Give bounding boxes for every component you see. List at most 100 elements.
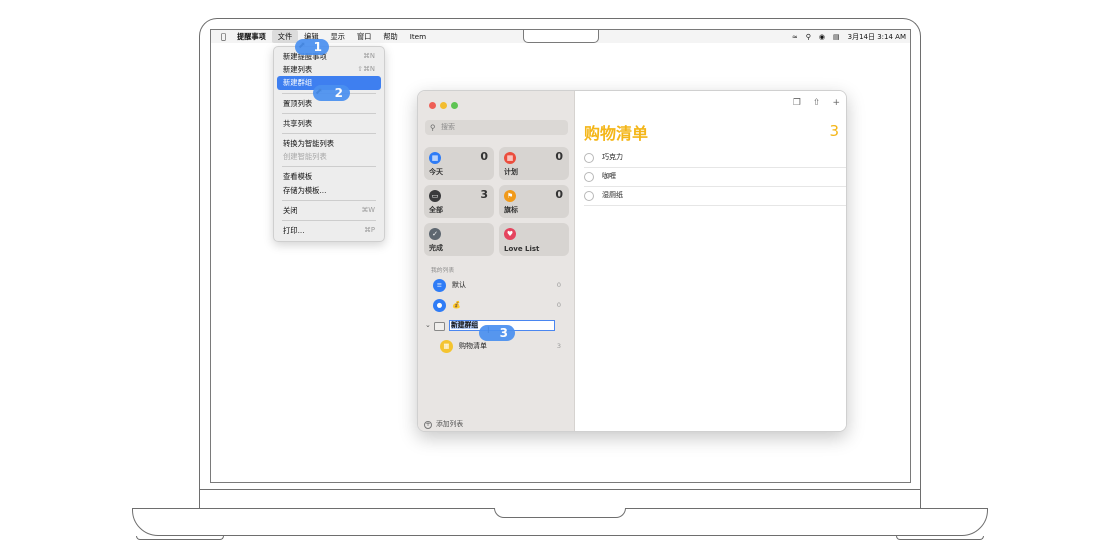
flag-icon: ⚑ (504, 190, 516, 202)
list-title: 购物清单 (584, 124, 649, 143)
menu-shortcut: ⌘N (363, 52, 375, 60)
menu-item[interactable]: Item (404, 30, 432, 43)
search-input[interactable]: ⚲ 搜索 (425, 120, 568, 135)
complete-checkbox[interactable] (584, 172, 594, 182)
tray-icon: ▭ (429, 190, 441, 202)
laptop-foot-right (896, 536, 984, 540)
search-icon[interactable]: ⚲ (806, 33, 811, 41)
add-list-label: 添加列表 (436, 420, 464, 428)
add-reminder-icon[interactable]: + (832, 98, 840, 108)
smart-list-count: 0 (555, 150, 563, 163)
menu-item-convert-smart[interactable]: 转换为智能列表 (277, 137, 381, 150)
list-count: 0 (556, 301, 561, 309)
menu-help[interactable]: 帮助 (377, 30, 403, 43)
laptop-base-notch (494, 508, 626, 518)
menu-item-create-smart: 创建智能列表 (277, 150, 381, 163)
smart-list-label: 今天 (429, 168, 443, 176)
smart-list-today[interactable]: ▦ 0 今天 (424, 147, 494, 180)
calendar-icon: ▦ (429, 152, 441, 164)
list-item-money[interactable]: ● 💰 0 (418, 297, 575, 314)
laptop-foot-left (136, 536, 224, 540)
step-callout-3: 3 (479, 325, 515, 341)
zoom-window-button[interactable] (451, 102, 458, 109)
my-lists-header: 我的列表 (431, 268, 455, 274)
menu-item-new-list[interactable]: 新建列表 ⇧⌘N (277, 63, 381, 76)
menu-item-label: 存储为模板... (283, 185, 327, 195)
list-bullet-icon: ≡ (433, 279, 446, 292)
menu-item-label: 关闭 (283, 205, 298, 215)
share-icon[interactable]: ⇧ (813, 98, 821, 108)
menu-divider (282, 199, 376, 201)
search-icon: ⚲ (430, 123, 436, 132)
smart-list-label: 全部 (429, 206, 443, 214)
list-name: 默认 (452, 281, 466, 289)
reminder-row[interactable]: 巧克力 (584, 149, 846, 168)
list-total-count: 3 (829, 122, 839, 140)
menu-item-view-templates[interactable]: 查看模板 (277, 170, 381, 183)
menu-shortcut: ⇧⌘N (357, 65, 375, 74)
reminder-text[interactable]: 咖喱 (602, 168, 616, 184)
heart-icon: ♥ (504, 228, 516, 240)
toolbar: ❐ ⇧ + (793, 98, 840, 108)
step-callout-2: 2 (313, 85, 350, 101)
menu-window[interactable]: 窗口 (351, 30, 377, 43)
smart-list-scheduled[interactable]: ▦ 0 计划 (499, 147, 569, 180)
smart-list-label: 计划 (504, 168, 518, 176)
search-placeholder: 搜索 (441, 123, 455, 131)
smart-list-flagged[interactable]: ⚑ 0 旗标 (499, 185, 569, 218)
menu-item-label: 新建列表 (283, 65, 313, 75)
main-pane: ❐ ⇧ + 购物清单 3 巧克力 咖喱 湿厕纸 (575, 91, 846, 431)
screen:  提醒事项 文件 编辑 显示 窗口 帮助 Item ≈ ⚲ ◉ ▤ 3月14日… (210, 29, 911, 483)
menu-view[interactable]: 显示 (325, 30, 351, 43)
menu-shortcut: ⌘P (364, 225, 375, 234)
user-icon[interactable]: ◉ (819, 33, 825, 41)
menu-divider (282, 166, 376, 168)
menu-shortcut: ⌘W (361, 205, 375, 214)
minimize-window-button[interactable] (440, 102, 447, 109)
menu-divider (282, 219, 376, 221)
close-window-button[interactable] (429, 102, 436, 109)
copy-icon[interactable]: ❐ (793, 98, 801, 108)
wifi-icon[interactable]: ≈ (792, 33, 798, 41)
complete-checkbox[interactable] (584, 153, 594, 163)
menu-item-new-reminder[interactable]: 新建提醒事项 ⌘N (277, 50, 381, 63)
camera-notch (523, 30, 599, 43)
menu-item-share-list[interactable]: 共享列表 (277, 117, 381, 130)
reminder-row[interactable]: 咖喱 (584, 168, 846, 187)
menu-file[interactable]: 文件 (271, 30, 299, 43)
calendar-icon: ▦ (504, 152, 516, 164)
clock[interactable]: 3月14日 3:14 AM (848, 32, 906, 42)
apple-icon[interactable]:  (221, 32, 233, 41)
smart-list-completed[interactable]: ✓ 完成 (424, 223, 494, 256)
menu-item-close[interactable]: 关闭 ⌘W (277, 204, 381, 217)
list-name: 💰 (452, 301, 461, 309)
list-count: 0 (556, 281, 561, 289)
reminder-text[interactable]: 湿厕纸 (602, 187, 623, 203)
list-item-default[interactable]: ≡ 默认 0 (418, 277, 575, 294)
menu-app-name[interactable]: 提醒事项 (233, 30, 272, 43)
reminders-window: ⚲ 搜索 ▦ 0 今天 ▦ 0 计划 ▭ 3 全部 ⚑ 0 旗标 ✓ 完成 ♥ … (417, 90, 847, 432)
smart-list-count: 0 (555, 188, 563, 201)
chevron-down-icon[interactable]: ⌄ (425, 321, 431, 329)
smart-list-label: 完成 (429, 244, 443, 252)
menu-item-label: 置顶列表 (283, 98, 313, 108)
people-icon: ● (433, 299, 446, 312)
reminder-text[interactable]: 巧克力 (602, 149, 623, 165)
menu-item-print[interactable]: 打印... ⌘P (277, 224, 381, 237)
menu-item-label: 共享列表 (283, 118, 313, 128)
control-center-icon[interactable]: ▤ (833, 33, 840, 41)
group-name-text: 新建群组 (451, 321, 479, 329)
status-area: ≈ ⚲ ◉ ▤ 3月14日 3:14 AM (792, 30, 906, 43)
smart-list-label: 旗标 (504, 206, 518, 214)
smart-list-love[interactable]: ♥ Love List (499, 223, 569, 256)
smart-list-count: 0 (480, 150, 488, 163)
folder-icon (434, 322, 445, 331)
menu-item-label: 创建智能列表 (283, 152, 327, 162)
checkmark-icon: ✓ (429, 228, 441, 240)
smart-list-all[interactable]: ▭ 3 全部 (424, 185, 494, 218)
sidebar: ⚲ 搜索 ▦ 0 今天 ▦ 0 计划 ▭ 3 全部 ⚑ 0 旗标 ✓ 完成 ♥ … (418, 91, 575, 431)
complete-checkbox[interactable] (584, 191, 594, 201)
menu-item-save-template[interactable]: 存储为模板... (277, 184, 381, 197)
add-list-button[interactable]: + 添加列表 (424, 418, 463, 429)
reminder-row[interactable]: 湿厕纸 (584, 187, 846, 206)
